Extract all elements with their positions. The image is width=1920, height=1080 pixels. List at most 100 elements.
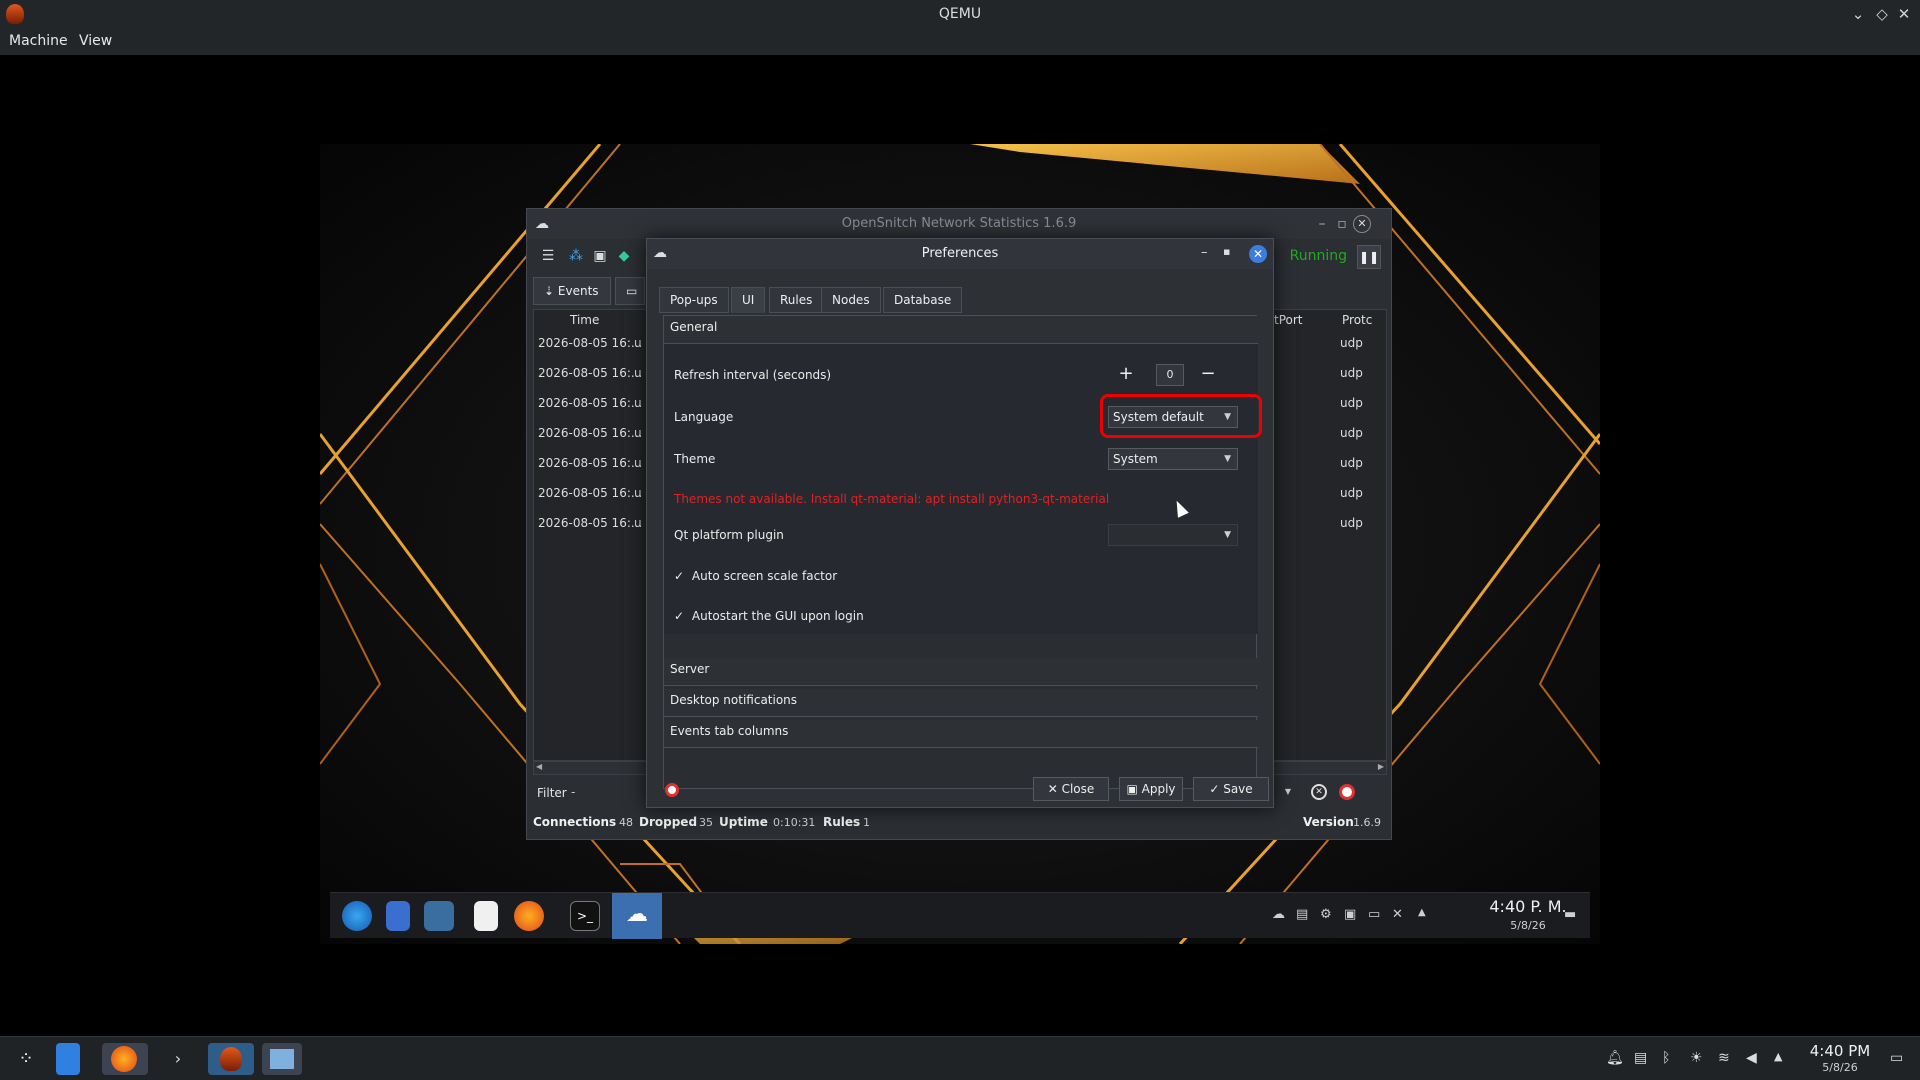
close-icon[interactable]: ✕ — [1249, 245, 1267, 263]
section-events-tab-columns-label: Events tab columns — [670, 724, 789, 738]
save-button[interactable]: ✓ Save — [1193, 777, 1269, 801]
show-desktop-icon[interactable]: ▬ — [1564, 907, 1576, 922]
tab-rules[interactable]: Rules — [769, 287, 824, 313]
menu-view[interactable]: View — [79, 33, 112, 49]
section-server[interactable]: Server — [664, 658, 1258, 686]
window-title: QEMU — [938, 6, 982, 22]
firewall-icon[interactable]: ◆ — [615, 247, 633, 265]
theme-select[interactable]: System ▼ — [1108, 448, 1238, 470]
column-protocol[interactable]: Protc — [1342, 310, 1372, 330]
close-button[interactable]: ✕ Close — [1033, 777, 1109, 801]
auto-scale-checkbox[interactable]: ✓ Auto screen scale factor — [674, 569, 837, 583]
terminal-icon[interactable]: › — [158, 1043, 198, 1075]
host-titlebar: QEMU ⌄ ◇ ✕ — [0, 0, 1920, 28]
apply-button[interactable]: ▣ Apply — [1119, 777, 1183, 801]
menu-icon[interactable]: ☰ — [539, 247, 557, 265]
tray-expand-icon[interactable]: ▲ — [1418, 907, 1426, 918]
pause-button[interactable]: ❚❚ — [1357, 245, 1381, 269]
section-server-label: Server — [670, 662, 710, 676]
qemu-taskbar-button[interactable] — [208, 1043, 254, 1075]
minimize-icon[interactable]: – — [1313, 215, 1331, 233]
tab-events[interactable]: ⇣ Events — [533, 277, 611, 305]
close-icon[interactable]: ✕ — [1894, 4, 1914, 24]
section-desktop-notifications-label: Desktop notifications — [670, 693, 798, 707]
decrease-button[interactable]: − — [1198, 364, 1218, 384]
nodes-icon[interactable]: ⁂ — [567, 247, 585, 265]
cell-user: u — [634, 426, 642, 440]
minimize-icon[interactable]: ⌄ — [1848, 4, 1868, 24]
tab-database[interactable]: Database — [883, 287, 963, 313]
increase-button[interactable]: + — [1116, 364, 1136, 384]
qt-platform-plugin-select[interactable]: ▼ — [1108, 524, 1238, 546]
host-clock[interactable]: 4:40 PM — [1804, 1042, 1876, 1060]
monitor-icon: ▭ — [626, 284, 638, 298]
tab-nodes[interactable]: Nodes — [821, 287, 881, 313]
opensnitch-tray-icon[interactable]: ☁ — [1272, 907, 1285, 922]
text-editor-icon[interactable] — [474, 901, 498, 931]
column-time[interactable]: Time — [570, 310, 599, 330]
host-date[interactable]: 5/8/26 — [1804, 1061, 1876, 1074]
notifications-icon[interactable]: 🔔︎ — [1606, 1050, 1624, 1066]
autostart-checkbox[interactable]: ✓ Autostart the GUI upon login — [674, 609, 864, 623]
section-desktop-notifications[interactable]: Desktop notifications — [664, 689, 1258, 717]
files-icon[interactable] — [386, 901, 410, 931]
cell-time: 2026-08-05 16:... — [538, 396, 643, 410]
app-launcher-icon[interactable]: ⁘ — [8, 1043, 44, 1075]
volume-icon[interactable]: ◀ — [1746, 1050, 1757, 1066]
refresh-interval-input[interactable]: 0 — [1156, 364, 1184, 386]
opensnitch-taskbar-icon[interactable]: ☁ — [612, 893, 662, 939]
files-icon[interactable] — [56, 1043, 80, 1075]
display-icon[interactable]: ▭ — [1368, 907, 1380, 922]
firefox-taskbar-button[interactable] — [102, 1043, 148, 1075]
check-icon: ✓ — [674, 569, 685, 583]
guest-date[interactable]: 5/8/26 — [1488, 919, 1568, 932]
language-label: Language — [674, 410, 734, 424]
preferences-title: Preferences — [647, 239, 1273, 269]
scroll-left-icon[interactable]: ◀ — [536, 762, 542, 771]
settings-icon[interactable]: ⚙ — [1320, 907, 1332, 922]
theme-label: Theme — [674, 452, 716, 466]
new-rule-icon[interactable]: ▣ — [591, 247, 609, 265]
help-lifebuoy-icon[interactable] — [1339, 784, 1355, 800]
chevron-down-icon: ▼ — [1224, 454, 1231, 464]
firefox-icon[interactable] — [514, 901, 544, 931]
help-lifebuoy-icon[interactable] — [665, 783, 679, 797]
maximize-icon[interactable]: ▫ — [1333, 215, 1351, 233]
check-icon: ✓ — [1209, 782, 1220, 796]
column-dstport[interactable]: tPort — [1274, 310, 1303, 330]
terminal-icon[interactable]: >_ — [570, 901, 600, 931]
maximize-icon[interactable]: ◇ — [1872, 4, 1892, 24]
guest-clock[interactable]: 4:40 P. M. — [1488, 897, 1568, 916]
version-value: 1.6.9 — [1353, 816, 1381, 829]
chevron-down-icon: ▼ — [1224, 530, 1231, 540]
filter-combo[interactable]: - — [567, 782, 627, 804]
close-icon[interactable]: ✕ — [1353, 215, 1371, 233]
maximize-icon[interactable]: ▪ — [1223, 245, 1230, 258]
section-events-tab-columns[interactable]: Events tab columns — [664, 720, 1258, 748]
volume-muted-icon[interactable]: ✕ — [1392, 907, 1403, 922]
clear-filter-icon[interactable]: ✕ — [1311, 784, 1327, 800]
file-manager-button[interactable] — [262, 1043, 302, 1075]
dropped-label: Dropped — [639, 815, 698, 829]
edge-browser-icon[interactable] — [342, 901, 372, 931]
apply-icon: ▣ — [1126, 782, 1138, 796]
tab-ui[interactable]: UI — [731, 287, 766, 313]
tab-popups[interactable]: Pop-ups — [659, 287, 729, 313]
clipboard-icon[interactable]: ▤ — [1296, 907, 1308, 922]
tray-expand-icon[interactable]: ▲ — [1774, 1050, 1782, 1063]
clipboard-icon[interactable]: ▤ — [1634, 1050, 1647, 1066]
bluetooth-icon[interactable]: ᛒ — [1662, 1050, 1670, 1066]
folder-icon[interactable] — [424, 901, 454, 931]
tab-nodes[interactable]: ▭ — [615, 277, 645, 305]
scroll-right-icon[interactable]: ▶ — [1378, 762, 1384, 771]
save-icon[interactable]: ▣ — [1344, 907, 1356, 922]
connections-value: 48 — [619, 816, 633, 829]
wifi-icon[interactable]: ≋ — [1718, 1050, 1730, 1066]
menu-machine[interactable]: Machine — [9, 33, 68, 49]
close-icon: ✕ — [1047, 782, 1058, 796]
section-general[interactable]: General — [664, 316, 1258, 344]
minimize-icon[interactable]: – — [1201, 245, 1208, 260]
brightness-icon[interactable]: ☀ — [1690, 1050, 1703, 1066]
show-desktop-icon[interactable]: ▭ — [1890, 1050, 1903, 1066]
opensnitch-icon: ☁ — [653, 245, 667, 261]
